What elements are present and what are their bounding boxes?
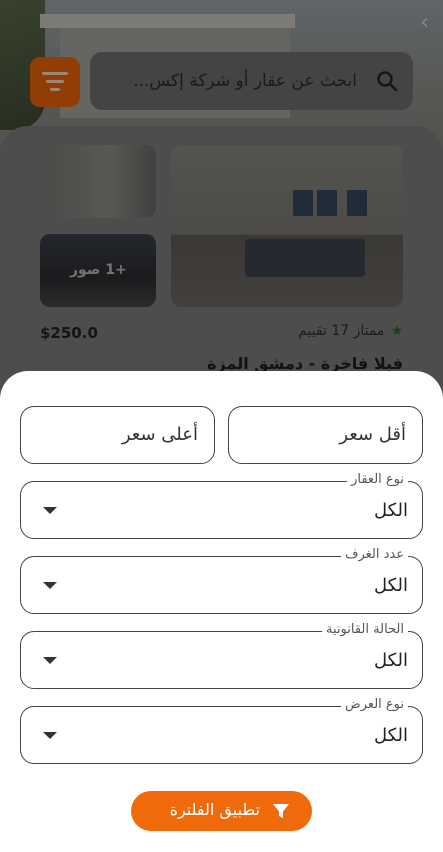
dropdown-value: الكل <box>373 575 408 596</box>
dropdown-value: الكل <box>373 725 408 746</box>
dropdown-label: عدد الغرف <box>341 547 408 562</box>
max-price-placeholder: أعلى سعر <box>121 424 198 445</box>
max-price-field[interactable]: أعلى سعر <box>20 406 215 464</box>
apply-filter-label: تطبيق الفلترة <box>169 800 260 819</box>
dropdown-value: الكل <box>373 500 408 521</box>
min-price-field[interactable]: أقل سعر <box>228 406 423 464</box>
min-price-placeholder: أقل سعر <box>339 424 406 445</box>
offer-type-dropdown[interactable]: نوع العرض الكل <box>20 697 423 764</box>
filter-sheet: أقل سعر أعلى سعر نوع العقار الكل عدد الغ… <box>0 371 443 852</box>
dropdown-label: الحالة القانونية <box>322 622 408 637</box>
dropdown-label: نوع العرض <box>341 697 408 712</box>
property-type-dropdown[interactable]: نوع العقار الكل <box>20 472 423 539</box>
dropdown-arrow-icon <box>43 732 57 739</box>
legal-status-dropdown[interactable]: الحالة القانونية الكل <box>20 622 423 689</box>
dropdown-arrow-icon <box>43 657 57 664</box>
dropdown-arrow-icon <box>43 507 57 514</box>
apply-filter-button[interactable]: تطبيق الفلترة <box>131 791 312 831</box>
funnel-icon <box>273 804 289 818</box>
dropdown-arrow-icon <box>43 582 57 589</box>
dropdown-value: الكل <box>373 650 408 671</box>
dropdown-label: نوع العقار <box>347 472 408 487</box>
rooms-count-dropdown[interactable]: عدد الغرف الكل <box>20 547 423 614</box>
